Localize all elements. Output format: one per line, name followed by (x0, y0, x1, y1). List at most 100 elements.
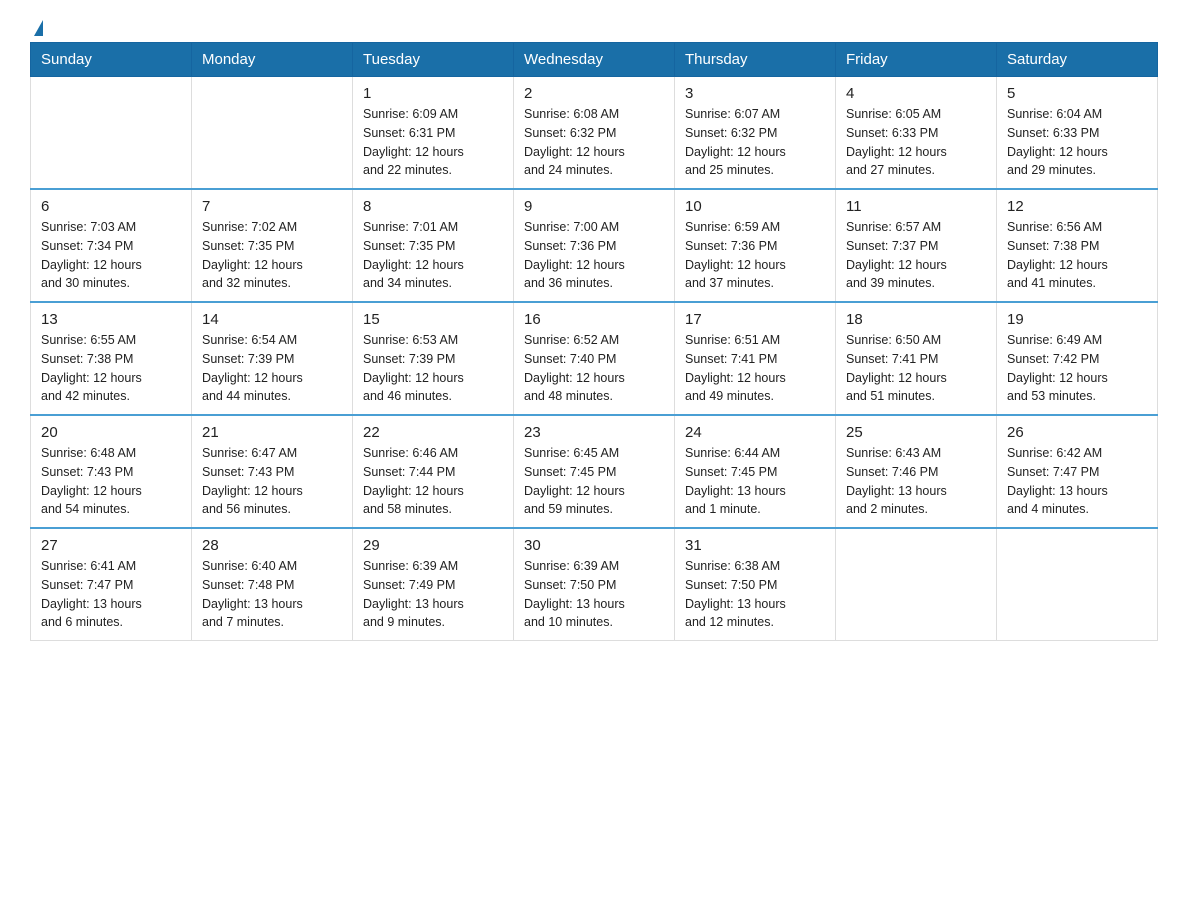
day-info: Sunrise: 6:41 AM Sunset: 7:47 PM Dayligh… (41, 557, 181, 632)
day-number: 13 (41, 311, 181, 328)
day-number: 8 (363, 198, 503, 215)
day-number: 20 (41, 424, 181, 441)
day-info: Sunrise: 6:09 AM Sunset: 6:31 PM Dayligh… (363, 105, 503, 180)
logo (30, 20, 43, 32)
calendar-day-cell: 26Sunrise: 6:42 AM Sunset: 7:47 PM Dayli… (997, 415, 1158, 528)
calendar-day-cell: 9 Sunrise: 7:00 AM Sunset: 7:36 PM Daylig… (514, 189, 675, 302)
day-number: 23 (524, 424, 664, 441)
day-info: Sunrise: 6:05 AM Sunset: 6:33 PM Dayligh… (846, 105, 986, 180)
day-info: Sunrise: 6:44 AM Sunset: 7:45 PM Dayligh… (685, 444, 825, 519)
day-number: 1 (363, 85, 503, 102)
day-number: 17 (685, 311, 825, 328)
day-info: Sunrise: 7:02 AM Sunset: 7:35 PM Dayligh… (202, 218, 342, 293)
calendar-day-cell: 22Sunrise: 6:46 AM Sunset: 7:44 PM Dayli… (353, 415, 514, 528)
day-info: Sunrise: 6:43 AM Sunset: 7:46 PM Dayligh… (846, 444, 986, 519)
day-info: Sunrise: 6:04 AM Sunset: 6:33 PM Dayligh… (1007, 105, 1147, 180)
calendar-day-cell: 8 Sunrise: 7:01 AM Sunset: 7:35 PM Daylig… (353, 189, 514, 302)
day-info: Sunrise: 6:59 AM Sunset: 7:36 PM Dayligh… (685, 218, 825, 293)
calendar-day-cell: 15Sunrise: 6:53 AM Sunset: 7:39 PM Dayli… (353, 302, 514, 415)
calendar-day-cell: 19 Sunrise: 6:49 AM Sunset: 7:42 PM Dayli… (997, 302, 1158, 415)
calendar-day-cell: 23 Sunrise: 6:45 AM Sunset: 7:45 PM Dayli… (514, 415, 675, 528)
calendar-day-cell: 1 Sunrise: 6:09 AM Sunset: 6:31 PM Daylig… (353, 77, 514, 190)
calendar-day-cell: 21 Sunrise: 6:47 AM Sunset: 7:43 PM Dayli… (192, 415, 353, 528)
calendar-week-row: 1 Sunrise: 6:09 AM Sunset: 6:31 PM Daylig… (31, 77, 1158, 190)
calendar-day-cell: 31 Sunrise: 6:38 AM Sunset: 7:50 PM Dayli… (675, 528, 836, 641)
calendar-day-cell: 29 Sunrise: 6:39 AM Sunset: 7:49 PM Dayli… (353, 528, 514, 641)
day-info: Sunrise: 6:40 AM Sunset: 7:48 PM Dayligh… (202, 557, 342, 632)
day-number: 31 (685, 537, 825, 554)
calendar-table: SundayMondayTuesdayWednesdayThursdayFrid… (30, 42, 1158, 641)
day-number: 18 (846, 311, 986, 328)
day-number: 7 (202, 198, 342, 215)
calendar-day-cell (836, 528, 997, 641)
day-number: 9 (524, 198, 664, 215)
day-info: Sunrise: 6:38 AM Sunset: 7:50 PM Dayligh… (685, 557, 825, 632)
calendar-day-cell: 25 Sunrise: 6:43 AM Sunset: 7:46 PM Dayli… (836, 415, 997, 528)
day-number: 30 (524, 537, 664, 554)
day-info: Sunrise: 6:57 AM Sunset: 7:37 PM Dayligh… (846, 218, 986, 293)
weekday-header-cell: Monday (192, 43, 353, 77)
day-number: 15 (363, 311, 503, 328)
day-info: Sunrise: 7:03 AM Sunset: 7:34 PM Dayligh… (41, 218, 181, 293)
day-info: Sunrise: 6:42 AM Sunset: 7:47 PM Dayligh… (1007, 444, 1147, 519)
day-info: Sunrise: 6:07 AM Sunset: 6:32 PM Dayligh… (685, 105, 825, 180)
day-number: 10 (685, 198, 825, 215)
weekday-header-cell: Friday (836, 43, 997, 77)
calendar-week-row: 20 Sunrise: 6:48 AM Sunset: 7:43 PM Dayli… (31, 415, 1158, 528)
day-info: Sunrise: 6:39 AM Sunset: 7:50 PM Dayligh… (524, 557, 664, 632)
calendar-day-cell: 2 Sunrise: 6:08 AM Sunset: 6:32 PM Daylig… (514, 77, 675, 190)
calendar-day-cell: 12 Sunrise: 6:56 AM Sunset: 7:38 PM Dayli… (997, 189, 1158, 302)
day-number: 24 (685, 424, 825, 441)
day-info: Sunrise: 6:56 AM Sunset: 7:38 PM Dayligh… (1007, 218, 1147, 293)
weekday-header: SundayMondayTuesdayWednesdayThursdayFrid… (31, 43, 1158, 77)
day-info: Sunrise: 6:49 AM Sunset: 7:42 PM Dayligh… (1007, 331, 1147, 406)
calendar-week-row: 13 Sunrise: 6:55 AM Sunset: 7:38 PM Dayli… (31, 302, 1158, 415)
calendar-body: 1 Sunrise: 6:09 AM Sunset: 6:31 PM Daylig… (31, 77, 1158, 641)
day-number: 4 (846, 85, 986, 102)
day-info: Sunrise: 6:45 AM Sunset: 7:45 PM Dayligh… (524, 444, 664, 519)
calendar-day-cell: 6 Sunrise: 7:03 AM Sunset: 7:34 PM Daylig… (31, 189, 192, 302)
calendar-day-cell: 7 Sunrise: 7:02 AM Sunset: 7:35 PM Daylig… (192, 189, 353, 302)
day-number: 25 (846, 424, 986, 441)
day-number: 3 (685, 85, 825, 102)
calendar-day-cell (997, 528, 1158, 641)
calendar-day-cell: 17 Sunrise: 6:51 AM Sunset: 7:41 PM Dayli… (675, 302, 836, 415)
calendar-day-cell: 18Sunrise: 6:50 AM Sunset: 7:41 PM Dayli… (836, 302, 997, 415)
calendar-day-cell: 10 Sunrise: 6:59 AM Sunset: 7:36 PM Dayli… (675, 189, 836, 302)
calendar-day-cell: 3 Sunrise: 6:07 AM Sunset: 6:32 PM Daylig… (675, 77, 836, 190)
calendar-week-row: 6 Sunrise: 7:03 AM Sunset: 7:34 PM Daylig… (31, 189, 1158, 302)
day-info: Sunrise: 6:47 AM Sunset: 7:43 PM Dayligh… (202, 444, 342, 519)
day-number: 11 (846, 198, 986, 215)
calendar-day-cell: 20 Sunrise: 6:48 AM Sunset: 7:43 PM Dayli… (31, 415, 192, 528)
day-number: 6 (41, 198, 181, 215)
day-number: 21 (202, 424, 342, 441)
calendar-week-row: 27 Sunrise: 6:41 AM Sunset: 7:47 PM Dayli… (31, 528, 1158, 641)
calendar-day-cell: 13 Sunrise: 6:55 AM Sunset: 7:38 PM Dayli… (31, 302, 192, 415)
calendar-day-cell: 24 Sunrise: 6:44 AM Sunset: 7:45 PM Dayli… (675, 415, 836, 528)
day-info: Sunrise: 7:00 AM Sunset: 7:36 PM Dayligh… (524, 218, 664, 293)
calendar-day-cell: 4 Sunrise: 6:05 AM Sunset: 6:33 PM Daylig… (836, 77, 997, 190)
day-number: 19 (1007, 311, 1147, 328)
day-info: Sunrise: 6:39 AM Sunset: 7:49 PM Dayligh… (363, 557, 503, 632)
calendar-day-cell: 5Sunrise: 6:04 AM Sunset: 6:33 PM Daylig… (997, 77, 1158, 190)
day-info: Sunrise: 6:48 AM Sunset: 7:43 PM Dayligh… (41, 444, 181, 519)
day-number: 29 (363, 537, 503, 554)
calendar-day-cell (31, 77, 192, 190)
day-info: Sunrise: 7:01 AM Sunset: 7:35 PM Dayligh… (363, 218, 503, 293)
weekday-header-cell: Tuesday (353, 43, 514, 77)
weekday-header-cell: Thursday (675, 43, 836, 77)
day-number: 22 (363, 424, 503, 441)
calendar-day-cell: 11 Sunrise: 6:57 AM Sunset: 7:37 PM Dayli… (836, 189, 997, 302)
header (30, 20, 1158, 32)
day-number: 2 (524, 85, 664, 102)
weekday-header-cell: Saturday (997, 43, 1158, 77)
day-number: 12 (1007, 198, 1147, 215)
day-info: Sunrise: 6:54 AM Sunset: 7:39 PM Dayligh… (202, 331, 342, 406)
day-info: Sunrise: 6:55 AM Sunset: 7:38 PM Dayligh… (41, 331, 181, 406)
day-info: Sunrise: 6:08 AM Sunset: 6:32 PM Dayligh… (524, 105, 664, 180)
calendar-day-cell: 30 Sunrise: 6:39 AM Sunset: 7:50 PM Dayli… (514, 528, 675, 641)
day-number: 27 (41, 537, 181, 554)
day-info: Sunrise: 6:51 AM Sunset: 7:41 PM Dayligh… (685, 331, 825, 406)
calendar-day-cell (192, 77, 353, 190)
calendar-day-cell: 16Sunrise: 6:52 AM Sunset: 7:40 PM Dayli… (514, 302, 675, 415)
